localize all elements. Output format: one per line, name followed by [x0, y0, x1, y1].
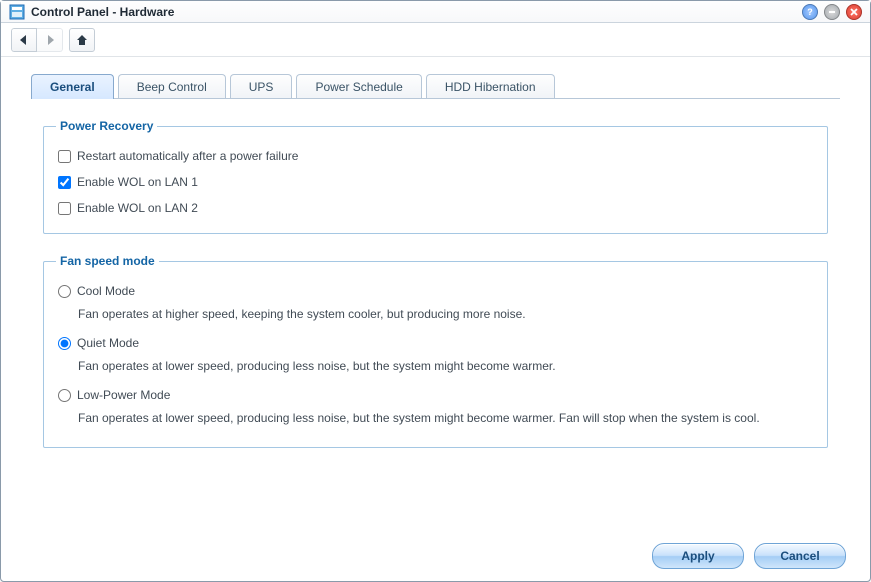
apply-button[interactable]: Apply	[652, 543, 744, 569]
navigation-toolbar	[1, 23, 870, 57]
close-icon[interactable]	[846, 4, 862, 20]
checkbox-label: Restart automatically after a power fail…	[77, 149, 298, 163]
back-button[interactable]	[11, 28, 37, 52]
checkbox-label: Enable WOL on LAN 1	[77, 175, 198, 189]
checkbox-wol-lan1[interactable]: Enable WOL on LAN 1	[56, 169, 815, 195]
tab-ups[interactable]: UPS	[230, 74, 293, 99]
checkbox-input[interactable]	[58, 202, 71, 215]
cool-mode-desc: Fan operates at higher speed, keeping th…	[56, 304, 815, 330]
svg-text:?: ?	[807, 7, 813, 17]
tab-bar: General Beep Control UPS Power Schedule …	[1, 57, 870, 98]
home-button[interactable]	[69, 28, 95, 52]
control-panel-icon	[9, 4, 25, 20]
radio-quiet-mode[interactable]: Quiet Mode	[56, 330, 815, 356]
fan-speed-group: Fan speed mode Cool Mode Fan operates at…	[43, 254, 828, 448]
forward-button[interactable]	[37, 28, 63, 52]
checkbox-label: Enable WOL on LAN 2	[77, 201, 198, 215]
dialog-footer: Apply Cancel	[652, 543, 846, 569]
radio-label: Cool Mode	[77, 284, 135, 298]
power-recovery-legend: Power Recovery	[56, 119, 157, 133]
radio-cool-mode[interactable]: Cool Mode	[56, 278, 815, 304]
checkbox-restart-auto[interactable]: Restart automatically after a power fail…	[56, 143, 815, 169]
radio-input[interactable]	[58, 285, 71, 298]
tab-general[interactable]: General	[31, 74, 114, 99]
tab-hdd-hibernation[interactable]: HDD Hibernation	[426, 74, 555, 99]
tab-beep-control[interactable]: Beep Control	[118, 74, 226, 99]
quiet-mode-desc: Fan operates at lower speed, producing l…	[56, 356, 815, 382]
window: Control Panel - Hardware ? General Beep …	[0, 0, 871, 582]
checkbox-input[interactable]	[58, 150, 71, 163]
cancel-button[interactable]: Cancel	[754, 543, 846, 569]
help-icon[interactable]: ?	[802, 4, 818, 20]
tab-power-schedule[interactable]: Power Schedule	[296, 74, 421, 99]
power-recovery-group: Power Recovery Restart automatically aft…	[43, 119, 828, 234]
radio-label: Low-Power Mode	[77, 388, 170, 402]
checkbox-wol-lan2[interactable]: Enable WOL on LAN 2	[56, 195, 815, 221]
titlebar: Control Panel - Hardware ?	[1, 1, 870, 23]
checkbox-input[interactable]	[58, 176, 71, 189]
radio-label: Quiet Mode	[77, 336, 139, 350]
tab-panel: Power Recovery Restart automatically aft…	[31, 98, 840, 476]
low-power-mode-desc: Fan operates at lower speed, producing l…	[56, 408, 815, 434]
window-title: Control Panel - Hardware	[31, 5, 174, 19]
radio-input[interactable]	[58, 389, 71, 402]
radio-low-power-mode[interactable]: Low-Power Mode	[56, 382, 815, 408]
minimize-icon[interactable]	[824, 4, 840, 20]
radio-input[interactable]	[58, 337, 71, 350]
fan-speed-legend: Fan speed mode	[56, 254, 159, 268]
